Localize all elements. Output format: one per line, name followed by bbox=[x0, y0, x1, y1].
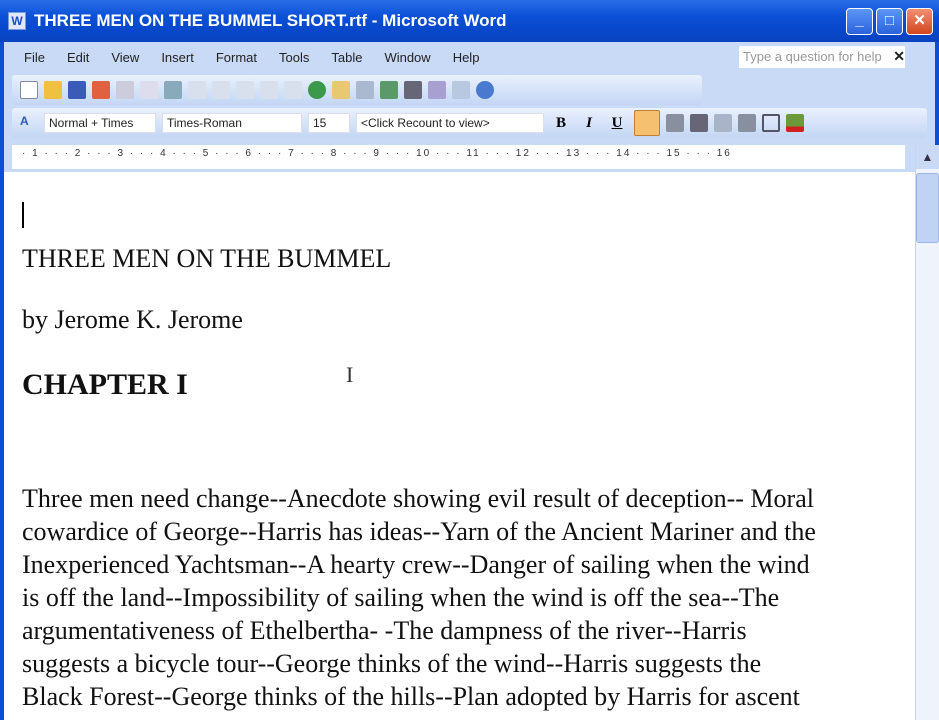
scroll-thumb[interactable] bbox=[916, 173, 939, 243]
close-button[interactable]: ✕ bbox=[906, 8, 933, 35]
drawing-icon[interactable] bbox=[428, 81, 446, 99]
help-search-input[interactable]: Type a question for help bbox=[739, 46, 905, 68]
menu-insert[interactable]: Insert bbox=[161, 50, 194, 65]
bold-button[interactable]: B bbox=[550, 115, 572, 132]
menu-file[interactable]: File bbox=[24, 50, 45, 65]
paragraph-line: suggests a bicycle tour--George thinks o… bbox=[22, 649, 762, 678]
read-icon[interactable] bbox=[452, 81, 470, 99]
menu-table[interactable]: Table bbox=[331, 50, 362, 65]
text-cursor bbox=[22, 202, 24, 228]
border-icon[interactable] bbox=[762, 114, 780, 132]
justify-icon[interactable] bbox=[690, 114, 708, 132]
menu-format[interactable]: Format bbox=[216, 50, 257, 65]
underline-button[interactable]: U bbox=[606, 115, 628, 132]
indent-icon[interactable] bbox=[738, 114, 756, 132]
styles-icon[interactable]: A bbox=[20, 114, 38, 132]
print-icon[interactable] bbox=[116, 81, 134, 99]
word-app-icon[interactable]: W bbox=[8, 12, 26, 30]
paragraph-line: Black Forest--George thinks of the hills… bbox=[22, 682, 800, 711]
font-select[interactable]: Times-Roman bbox=[162, 113, 302, 133]
new-document-icon[interactable] bbox=[20, 81, 38, 99]
window-title: THREE MEN ON THE BUMMEL SHORT.rtf - Micr… bbox=[34, 11, 507, 30]
paste-icon[interactable] bbox=[236, 81, 254, 99]
style-select[interactable]: Normal + Times bbox=[44, 113, 156, 133]
font-size-select[interactable]: 15 bbox=[308, 113, 350, 133]
save-icon[interactable] bbox=[68, 81, 86, 99]
undo-icon[interactable] bbox=[260, 81, 278, 99]
minimize-button[interactable]: _ bbox=[846, 8, 873, 35]
copy-icon[interactable] bbox=[212, 81, 230, 99]
maximize-button[interactable]: □ bbox=[876, 8, 903, 35]
cut-icon[interactable] bbox=[188, 81, 206, 99]
word-count-select[interactable]: <Click Recount to view> bbox=[356, 113, 544, 133]
tables-borders-icon[interactable] bbox=[332, 81, 350, 99]
align-left-icon[interactable] bbox=[634, 110, 660, 136]
title-bar: W THREE MEN ON THE BUMMEL SHORT.rtf - Mi… bbox=[0, 0, 939, 42]
ibeam-cursor-icon: I bbox=[346, 362, 354, 387]
formatting-toolbar: A Normal + Times Times-Roman 15 <Click R… bbox=[12, 108, 927, 138]
align-center-icon[interactable] bbox=[666, 114, 684, 132]
document-page[interactable]: THREE MEN ON THE BUMMEL by Jerome K. Jer… bbox=[0, 172, 915, 720]
insert-table-icon[interactable] bbox=[356, 81, 374, 99]
open-folder-icon[interactable] bbox=[44, 81, 62, 99]
paragraph-line: is off the land--Impossibility of sailin… bbox=[22, 583, 780, 612]
document-author: by Jerome K. Jerome bbox=[22, 305, 243, 334]
paragraph-line: cowardice of George--Harris has ideas--Y… bbox=[22, 517, 816, 546]
insert-excel-icon[interactable] bbox=[380, 81, 398, 99]
menu-edit[interactable]: Edit bbox=[67, 50, 89, 65]
highlight-icon[interactable] bbox=[786, 114, 804, 132]
chapter-heading: CHAPTER I bbox=[22, 368, 188, 401]
hyperlink-icon[interactable] bbox=[308, 81, 326, 99]
columns-icon[interactable] bbox=[404, 81, 422, 99]
menu-help[interactable]: Help bbox=[453, 50, 480, 65]
close-document-icon[interactable]: ✕ bbox=[893, 48, 905, 65]
scroll-up-icon[interactable]: ▲ bbox=[916, 145, 939, 169]
redo-icon[interactable] bbox=[284, 81, 302, 99]
ruler[interactable]: · 1 · · · 2 · · · 3 · · · 4 · · · 5 · · … bbox=[12, 145, 905, 169]
paragraph-line: Inexperienced Yachtsman--A hearty crew--… bbox=[22, 550, 810, 579]
research-icon[interactable] bbox=[164, 81, 182, 99]
permission-icon[interactable] bbox=[92, 81, 110, 99]
bullets-icon[interactable] bbox=[714, 114, 732, 132]
help-icon[interactable] bbox=[476, 81, 494, 99]
paragraph-line: Three men need change--Anecdote showing … bbox=[22, 484, 814, 513]
menu-view[interactable]: View bbox=[111, 50, 139, 65]
menu-tools[interactable]: Tools bbox=[279, 50, 309, 65]
standard-toolbar bbox=[12, 75, 702, 105]
toolbar-area: File Edit View Insert Format Tools Table… bbox=[0, 42, 939, 172]
vertical-scrollbar[interactable]: ▲ bbox=[915, 145, 939, 720]
italic-button[interactable]: I bbox=[578, 115, 600, 132]
document-title: THREE MEN ON THE BUMMEL bbox=[22, 244, 392, 273]
menu-window[interactable]: Window bbox=[384, 50, 430, 65]
print-preview-icon[interactable] bbox=[140, 81, 158, 99]
menu-bar: File Edit View Insert Format Tools Table… bbox=[4, 42, 935, 72]
paragraph-line: argumentativeness of Ethelbertha- -The d… bbox=[22, 616, 747, 645]
